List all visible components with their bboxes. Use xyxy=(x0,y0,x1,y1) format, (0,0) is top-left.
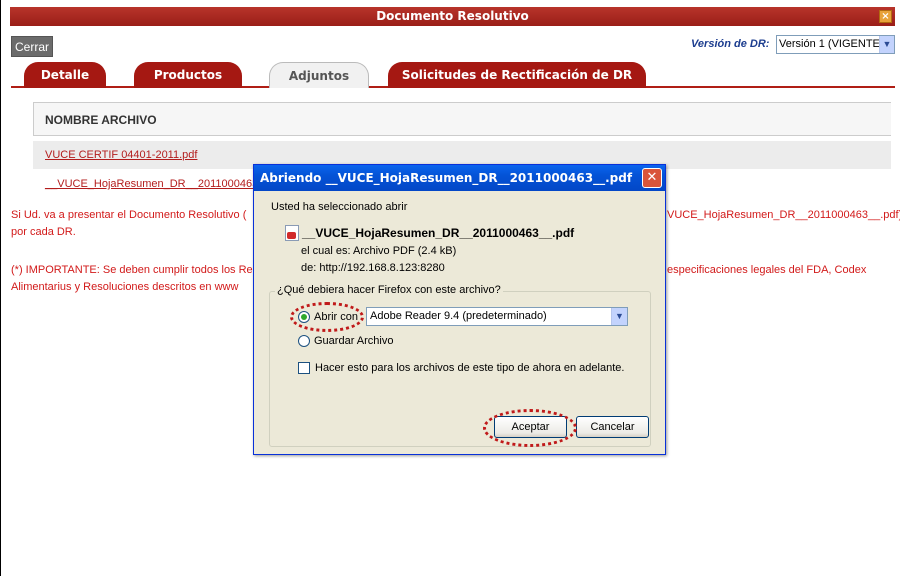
file-link-certificado[interactable]: VUCE CERTIF 04401-2011.pdf xyxy=(45,149,197,161)
dialog-title-bar: Abriendo __VUCE_HojaResumen_DR__20110004… xyxy=(254,165,665,191)
file-link-hoja-resumen[interactable]: __VUCE_HojaResumen_DR__2011000463 xyxy=(45,178,258,190)
open-file-dialog: Abriendo __VUCE_HojaResumen_DR__20110004… xyxy=(253,164,666,455)
dialog-file-source: de: http://192.168.8.123:8280 xyxy=(301,262,445,274)
remember-choice-label[interactable]: Hacer esto para los archivos de este tip… xyxy=(315,362,624,374)
pdf-file-icon xyxy=(285,225,299,241)
save-file-radio[interactable] xyxy=(298,335,310,347)
tab-productos[interactable]: Productos xyxy=(134,62,242,88)
open-with-app-select[interactable]: Adobe Reader 9.4 (predeterminado) ▼ xyxy=(366,307,628,326)
dialog-file-type: el cual es: Archivo PDF (2.4 kB) xyxy=(301,245,457,257)
notice-line3-left: (*) IMPORTANTE: Se deben cumplir todos l… xyxy=(11,264,253,276)
tab-bar: Detalle Productos Adjuntos Solicitudes d… xyxy=(11,60,895,88)
notice-line2: por cada DR. xyxy=(11,226,76,238)
tab-adjuntos[interactable]: Adjuntos xyxy=(269,62,369,88)
window-title-bar: Documento Resolutivo × xyxy=(10,7,895,26)
window-title: Documento Resolutivo xyxy=(376,9,529,23)
dialog-close-icon[interactable]: ✕ xyxy=(642,168,662,188)
action-question: ¿Qué debiera hacer Firefox con este arch… xyxy=(275,284,503,296)
file-table-header: NOMBRE ARCHIVO xyxy=(33,102,891,136)
open-with-app-value: Adobe Reader 9.4 (predeterminado) xyxy=(370,310,547,322)
column-header-nombre-archivo: NOMBRE ARCHIVO xyxy=(45,113,157,127)
chevron-down-icon[interactable]: ▼ xyxy=(879,36,894,53)
version-select[interactable]: Versión 1 (VIGENTE) ▼ xyxy=(776,35,895,54)
notice-line3-right: especificaciones legales del FDA, Codex xyxy=(667,264,867,276)
highlight-open-with xyxy=(290,302,364,332)
notice-line1-right: VUCE_HojaResumen_DR__2011000463__.pdf) xyxy=(667,209,900,221)
chevron-down-icon[interactable]: ▼ xyxy=(611,308,627,325)
close-icon[interactable]: × xyxy=(879,10,892,23)
remember-choice-checkbox[interactable] xyxy=(298,362,310,374)
cancel-button[interactable]: Cancelar xyxy=(576,416,649,438)
tab-solicitudes[interactable]: Solicitudes de Rectificación de DR xyxy=(388,62,646,88)
close-button[interactable]: Cerrar xyxy=(11,36,54,57)
version-label: Versión de DR: xyxy=(691,38,770,50)
dialog-title: Abriendo __VUCE_HojaResumen_DR__20110004… xyxy=(260,171,633,185)
notice-line1-left: Si Ud. va a presentar el Documento Resol… xyxy=(11,209,247,221)
tab-detalle[interactable]: Detalle xyxy=(24,62,106,88)
notice-line4: Alimentarius y Resoluciones descritos en… xyxy=(11,281,239,293)
highlight-ok xyxy=(483,409,577,447)
dialog-filename: __VUCE_HojaResumen_DR__2011000463__.pdf xyxy=(302,226,575,240)
dialog-intro: Usted ha seleccionado abrir xyxy=(271,201,408,213)
version-value: Versión 1 (VIGENTE) xyxy=(779,38,884,50)
page: Documento Resolutivo × Cerrar Versión de… xyxy=(0,0,900,576)
save-file-label[interactable]: Guardar Archivo xyxy=(314,335,393,347)
